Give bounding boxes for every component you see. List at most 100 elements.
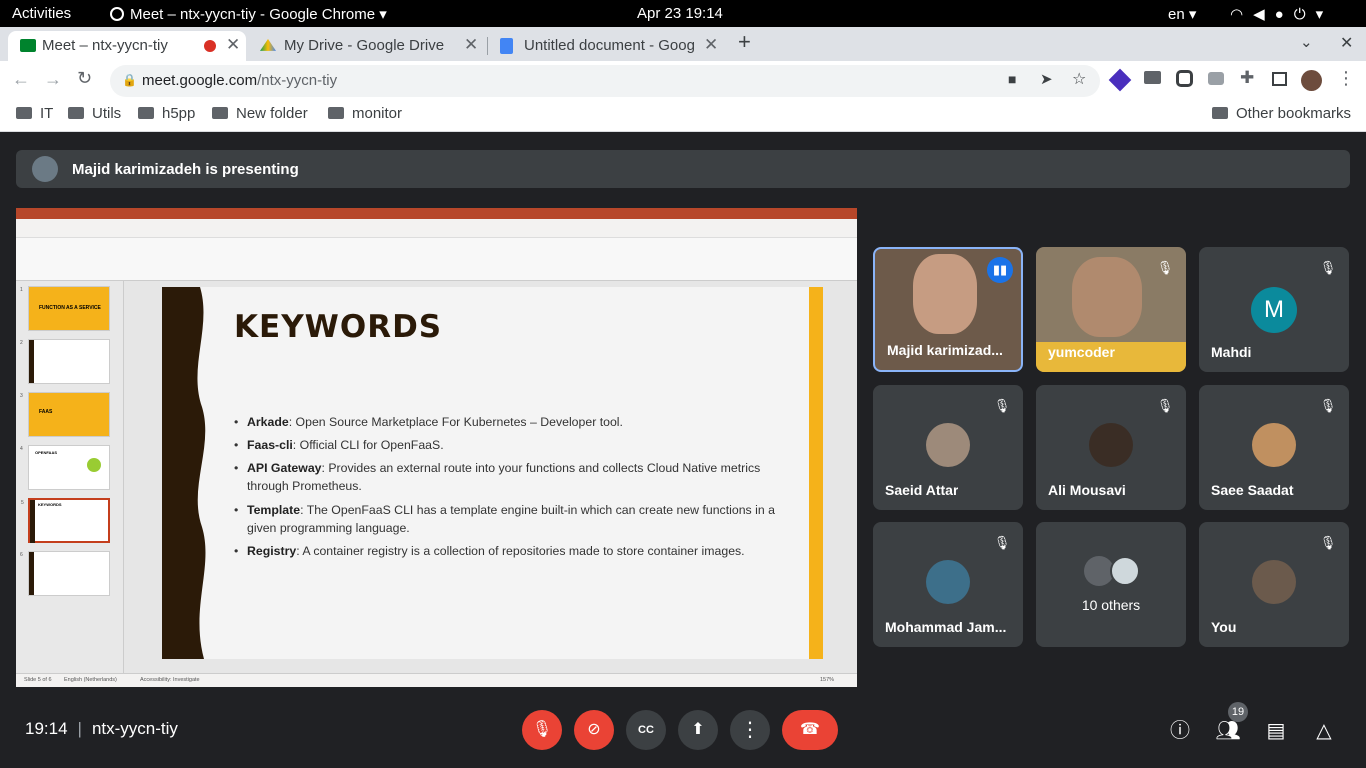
camera-toggle-button[interactable]: ⊘ (574, 710, 614, 750)
captions-button[interactable]: CC (626, 710, 666, 750)
system-top-bar: Activities Meet – ntx-yycn-tiy - Google … (0, 0, 1366, 27)
shapes-icon: △ (1316, 720, 1332, 742)
url-host: meet.google.com (142, 72, 258, 89)
lock-icon: 🔒 (122, 73, 137, 87)
system-tray[interactable]: ◠◀●⏻▾ (1230, 5, 1333, 23)
participant-tile[interactable]: 🎙︎ Saeid Attar (873, 385, 1023, 510)
folder-icon (138, 107, 154, 119)
window-menu[interactable]: Meet – ntx-yycn-tiy - Google Chrome ▾ (110, 5, 387, 23)
tab-meet[interactable]: Meet – ntx-yycn-tiy ✕ (8, 31, 246, 61)
participants-badge: 19 (1228, 702, 1248, 722)
side-panel-icon[interactable] (1272, 72, 1287, 86)
bookmark-label: IT (40, 105, 54, 122)
status-accessibility: Accessibility: Investigate (140, 677, 200, 683)
meeting-time: 19:14 (25, 719, 68, 738)
tab-label: My Drive - Google Drive (284, 37, 445, 54)
avatar (1252, 423, 1296, 467)
folder-icon (68, 107, 84, 119)
bookmark-label: New folder (236, 105, 308, 122)
participant-tile[interactable]: 🎙︎ Saee Saadat (1199, 385, 1349, 510)
send-icon[interactable]: ➤ (1040, 70, 1053, 88)
present-button[interactable]: ⬆ (678, 710, 718, 750)
mic-off-icon: 🎙︎ (1156, 260, 1174, 275)
keyword-term: Registry (247, 544, 297, 558)
info-icon: ⓘ (1170, 720, 1190, 742)
extension-icon[interactable] (1108, 68, 1132, 92)
mic-toggle-button[interactable]: 🎙︎ (522, 710, 562, 750)
keyword-text: : The OpenFaaS CLI has a template engine… (247, 503, 775, 535)
other-bookmarks[interactable]: Other bookmarks (1212, 105, 1351, 122)
bookmark-folder[interactable]: Utils (68, 105, 121, 122)
language-label: en (1168, 6, 1185, 23)
leave-call-button[interactable]: ☎ (782, 710, 838, 750)
camera-extension-icon[interactable] (1208, 72, 1224, 85)
menu-icon[interactable]: ⋮ (1337, 68, 1355, 89)
meet-icon (20, 39, 36, 52)
shared-screen[interactable]: 1 FUNCTION AS A SERVICE 2 3 FAAS 4 OPENFAAS… (16, 208, 857, 687)
drive-icon (260, 39, 276, 51)
bookmark-star-icon[interactable]: ☆ (1072, 69, 1086, 89)
more-options-button[interactable]: ⋮ (730, 710, 770, 750)
folder-icon (1212, 107, 1228, 119)
thumb-title: FUNCTION AS A SERVICE (39, 305, 101, 311)
others-count: 10 others (1081, 597, 1141, 613)
volume-icon: ◀ (1253, 6, 1275, 23)
slide-thumbnails: 1 FUNCTION AS A SERVICE 2 3 FAAS 4 OPENFAAS… (16, 281, 124, 673)
clock[interactable]: Apr 23 19:14 (637, 5, 723, 22)
forward-icon[interactable]: → (44, 69, 62, 90)
reload-icon[interactable]: ↻ (77, 68, 92, 89)
bookmarks-bar: IT Utils h5pp New folder monitor Other b… (0, 99, 1366, 132)
folder-icon (212, 107, 228, 119)
mic-icon: ● (1274, 6, 1294, 23)
tab-search-icon[interactable]: ⌄ (1300, 33, 1313, 51)
puzzle-icon[interactable]: ✚ (1240, 68, 1254, 88)
camera-indicator-icon[interactable]: ■ (1008, 71, 1016, 87)
presenting-banner: Majid karimizadeh is presenting (16, 150, 1350, 188)
participant-tile[interactable]: M 🎙︎ Mahdi (1199, 247, 1349, 372)
activities-button[interactable]: Activities (12, 5, 71, 22)
more-vert-icon: ⋮ (740, 719, 760, 741)
close-icon[interactable]: ✕ (464, 35, 478, 55)
participant-tile[interactable]: 🎙︎ Ali Mousavi (1036, 385, 1186, 510)
participant-tile[interactable]: 🎙︎ yumcoder (1036, 247, 1186, 372)
new-tab-button[interactable]: + (738, 29, 751, 55)
participant-tile[interactable]: ▮▮ Majid karimizad... (873, 247, 1023, 372)
bookmark-folder[interactable]: New folder (212, 105, 308, 122)
participant-tile[interactable]: 🎙︎ Mohammad Jam... (873, 522, 1023, 647)
bookmark-folder[interactable]: monitor (328, 105, 402, 122)
participant-name: Saee Saadat (1211, 482, 1294, 498)
hang-up-icon: ☎ (800, 721, 820, 738)
mic-off-icon: 🎙︎ (993, 535, 1011, 550)
close-icon[interactable]: ✕ (226, 35, 240, 55)
present-icon: ⬆ (691, 721, 705, 738)
profile-avatar[interactable] (1301, 70, 1322, 91)
bookmark-folder[interactable]: h5pp (138, 105, 195, 122)
meeting-details-button[interactable]: ⓘ (1165, 716, 1195, 746)
avatar: M (1251, 287, 1297, 333)
mic-off-icon: 🎙︎ (1319, 398, 1337, 413)
others-tile[interactable]: 10 others (1036, 522, 1186, 647)
speaking-indicator-icon: ▮▮ (987, 257, 1013, 283)
slide-thumb: 4 OPENFAAS (20, 445, 110, 490)
self-tile[interactable]: 🎙︎ You (1199, 522, 1349, 647)
keyword-text: : A container registry is a collection o… (296, 544, 745, 558)
language-indicator[interactable]: en ▾ (1168, 5, 1196, 23)
bookmark-folder[interactable]: IT (16, 105, 53, 122)
chat-button[interactable]: ▤ (1261, 716, 1291, 746)
back-icon[interactable]: ← (12, 69, 30, 90)
mail-extension-icon[interactable] (1144, 71, 1161, 84)
presenting-label: Majid karimizadeh is presenting (72, 161, 299, 178)
keyword-term: Arkade (247, 415, 289, 429)
keyword-text: : Open Source Marketplace For Kubernetes… (288, 415, 623, 429)
bookmark-label: Other bookmarks (1236, 105, 1352, 122)
people-button[interactable]: 👥︎ 19 (1213, 702, 1248, 746)
address-bar[interactable]: 🔒 meet.google.com/ntx-yycn-tiy ■ ➤ ☆ (110, 65, 1100, 97)
activities-button[interactable]: △ (1309, 716, 1339, 746)
tab-drive[interactable]: My Drive - Google Drive ✕ (250, 31, 486, 61)
close-icon[interactable]: ✕ (704, 35, 718, 55)
browser-toolbar: ← → ↻ 🔒 meet.google.com/ntx-yycn-tiy ■ ➤… (0, 61, 1366, 99)
extension-icon[interactable] (1176, 70, 1193, 87)
meet-controls: 19:14 | ntx-yycn-tiy 🎙︎ ⊘ CC ⬆ ⋮ ☎ ⓘ 👥︎ 19… (0, 691, 1366, 768)
tab-docs[interactable]: Untitled document - Goog ✕ (490, 31, 726, 61)
close-window-icon[interactable]: ✕ (1340, 33, 1353, 53)
